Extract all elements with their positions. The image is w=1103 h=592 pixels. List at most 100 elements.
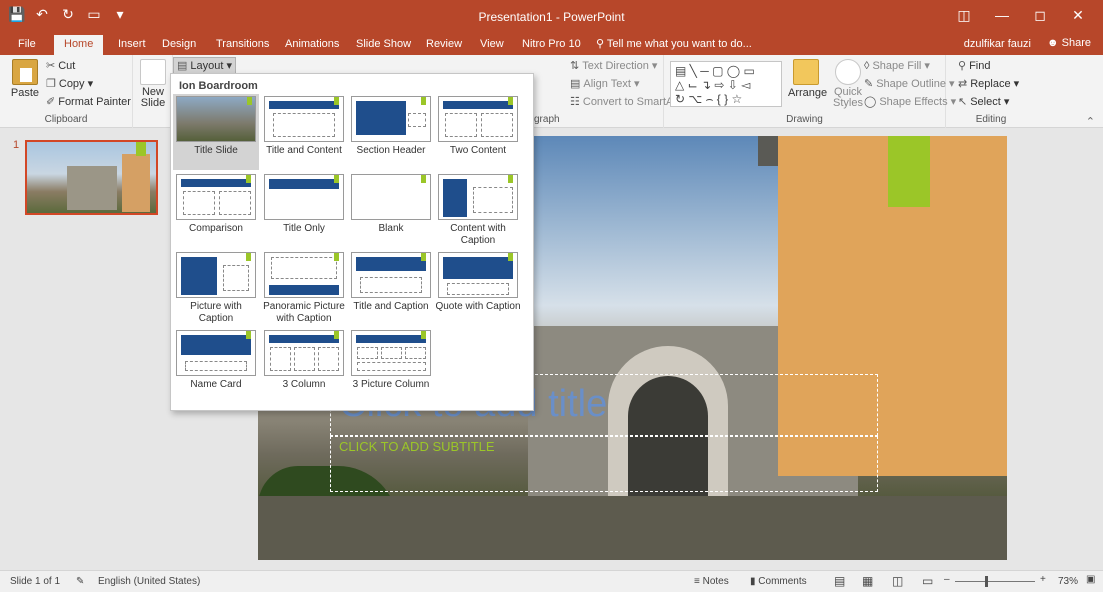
language-indicator[interactable]: English (United States) bbox=[98, 576, 200, 587]
layout-blank[interactable]: Blank bbox=[348, 174, 434, 235]
comments-label: Comments bbox=[758, 576, 807, 587]
accent-mark bbox=[334, 253, 339, 261]
shape-outline-button[interactable]: ✎ Shape Outline ▾ bbox=[864, 77, 955, 90]
paste-icon bbox=[12, 59, 38, 85]
arrange-icon bbox=[793, 59, 819, 85]
quick-styles-button[interactable]: Quick Styles bbox=[828, 59, 868, 109]
layout-name-card[interactable]: Name Card bbox=[173, 330, 259, 391]
text-direction-button[interactable]: ⇅ Text Direction ▾ bbox=[570, 59, 657, 72]
tell-me-box[interactable]: ⚲ Tell me what you want to do... bbox=[596, 37, 752, 50]
zoom-in-icon[interactable]: + bbox=[1040, 574, 1046, 585]
find-button[interactable]: ⚲ Find bbox=[958, 59, 990, 72]
layout-quote-with-caption[interactable]: Quote with Caption bbox=[435, 252, 521, 313]
tab-home[interactable]: Home bbox=[54, 35, 104, 55]
tab-insert[interactable]: Insert bbox=[114, 36, 150, 52]
layout-title-only[interactable]: Title Only bbox=[261, 174, 347, 235]
comments-button[interactable]: ▮ Comments bbox=[750, 576, 807, 587]
spellcheck-icon[interactable]: ✎ bbox=[76, 576, 84, 587]
layout-two-content[interactable]: Two Content bbox=[435, 96, 521, 157]
select-button[interactable]: ↖ Select ▾ bbox=[958, 95, 1009, 108]
layout-label: Panoramic Picture with Caption bbox=[263, 301, 345, 324]
zoom-level[interactable]: 73% bbox=[1058, 576, 1078, 587]
layout-button[interactable]: ▤ Layout ▾ bbox=[173, 57, 237, 74]
name-block bbox=[181, 335, 251, 355]
close-icon[interactable]: ✕ bbox=[1059, 4, 1097, 26]
paste-label: Paste bbox=[10, 87, 40, 99]
tab-transitions[interactable]: Transitions bbox=[212, 36, 273, 52]
layout-3-column[interactable]: 3 Column bbox=[261, 330, 347, 391]
tab-view[interactable]: View bbox=[476, 36, 508, 52]
layout-icon: ▤ bbox=[177, 60, 188, 72]
window-controls: ◫ — ◻ ✕ bbox=[945, 4, 1097, 26]
copy-button[interactable]: ❐ Copy ▾ bbox=[46, 77, 93, 90]
user-name[interactable]: dzulfikar fauzi bbox=[964, 38, 1031, 50]
layout-preview bbox=[438, 174, 518, 220]
fit-to-window-icon[interactable]: ▣ bbox=[1086, 574, 1095, 585]
tab-slide-show[interactable]: Slide Show bbox=[352, 36, 415, 52]
layout-comparison[interactable]: Comparison bbox=[173, 174, 259, 235]
shape-effects-button[interactable]: ◯ Shape Effects ▾ bbox=[864, 95, 956, 108]
tell-me-text: Tell me what you want to do... bbox=[606, 38, 752, 50]
layout-title-and-caption[interactable]: Title and Caption bbox=[348, 252, 434, 313]
replace-icon: ⇄ bbox=[958, 78, 968, 90]
collapse-ribbon-icon[interactable]: ⌃ bbox=[1086, 115, 1095, 128]
zoom-out-icon[interactable]: – bbox=[944, 574, 950, 585]
slides-group: New Slide bbox=[133, 55, 173, 128]
layout-section-header[interactable]: Section Header bbox=[348, 96, 434, 157]
cut-button[interactable]: ✂ Cut bbox=[46, 59, 75, 72]
restore-icon[interactable]: ◻ bbox=[1021, 4, 1059, 26]
share-button[interactable]: ☻ Share bbox=[1047, 37, 1091, 49]
reading-view-icon[interactable]: ◫ bbox=[892, 574, 903, 588]
shape-fill-button[interactable]: ◊ Shape Fill ▾ bbox=[864, 59, 930, 72]
layout-3-picture-column[interactable]: 3 Picture Column bbox=[348, 330, 434, 391]
layout-title-slide[interactable]: Title Slide bbox=[173, 94, 259, 170]
tab-animations[interactable]: Animations bbox=[281, 36, 343, 52]
pointer-icon: ↖ bbox=[958, 96, 968, 108]
layout-preview bbox=[351, 96, 431, 142]
new-slide-button[interactable]: New Slide bbox=[136, 59, 170, 109]
text-direction-icon: ⇅ bbox=[570, 60, 580, 72]
layout-label: Content with Caption bbox=[450, 223, 506, 246]
minimize-icon[interactable]: — bbox=[983, 4, 1021, 26]
tab-nitro-pro[interactable]: Nitro Pro 10 bbox=[518, 36, 585, 52]
tab-file[interactable]: File bbox=[14, 36, 40, 52]
replace-button[interactable]: ⇄ Replace ▾ bbox=[958, 77, 1019, 90]
layout-title-and-content[interactable]: Title and Content bbox=[261, 96, 347, 157]
layout-picture-with-caption[interactable]: Picture with Caption bbox=[173, 252, 259, 325]
accent-mark bbox=[421, 253, 426, 261]
picture-block bbox=[181, 257, 217, 295]
normal-view-icon[interactable]: ▤ bbox=[834, 574, 845, 588]
arrange-button[interactable]: Arrange bbox=[788, 59, 827, 99]
accent-mark bbox=[334, 97, 339, 105]
editing-group: ⚲ Find ⇄ Replace ▾ ↖ Select ▾ Editing bbox=[946, 55, 1036, 128]
drawing-label: Drawing bbox=[786, 114, 823, 125]
notes-button[interactable]: ≡ Notes bbox=[694, 576, 729, 587]
ribbon-display-options-icon[interactable]: ◫ bbox=[945, 4, 983, 26]
content-box bbox=[473, 187, 513, 213]
shapes-gallery[interactable]: ▤ ╲ ─ ▢ ◯ ▭ △ ⌙ ↴ ⇨ ⇩ ◅ ↻ ⌥ ⌢ { } ☆ bbox=[670, 61, 782, 107]
format-painter-button[interactable]: ✐ Format Painter bbox=[46, 95, 131, 108]
slide-show-icon[interactable]: ▭ bbox=[922, 574, 933, 588]
shape-effects-icon: ◯ bbox=[864, 96, 877, 108]
picture-3 bbox=[405, 347, 426, 359]
align-text-button[interactable]: ▤ Align Text ▾ bbox=[570, 77, 639, 90]
paste-button[interactable]: Paste bbox=[8, 59, 42, 99]
align-text-icon: ▤ bbox=[570, 78, 581, 90]
slide-sorter-icon[interactable]: ▦ bbox=[862, 574, 873, 588]
paragraph-group: ⇅ Text Direction ▾ ▤ Align Text ▾ ☷ Convert… bbox=[534, 55, 689, 128]
layout-label: 3 Picture Column bbox=[352, 379, 430, 390]
slide-thumbnail[interactable] bbox=[25, 140, 158, 215]
tab-design[interactable]: Design bbox=[158, 36, 200, 52]
status-bar: Slide 1 of 1 ✎ English (United States) ≡… bbox=[0, 570, 1103, 592]
tab-review[interactable]: Review bbox=[422, 36, 466, 52]
accent-mark bbox=[334, 175, 339, 183]
accent-mark bbox=[421, 331, 426, 339]
zoom-slider-thumb[interactable] bbox=[985, 576, 988, 587]
caption-box bbox=[223, 265, 249, 291]
subtitle-placeholder[interactable]: CLICK TO ADD SUBTITLE bbox=[330, 436, 878, 492]
layout-content-with-caption[interactable]: Content with Caption bbox=[435, 174, 521, 247]
layout-panoramic-picture[interactable]: Panoramic Picture with Caption bbox=[261, 252, 347, 325]
layout-preview bbox=[351, 252, 431, 298]
zoom-slider[interactable] bbox=[955, 581, 1035, 582]
window-title: Presentation1 - PowerPoint bbox=[478, 10, 625, 24]
